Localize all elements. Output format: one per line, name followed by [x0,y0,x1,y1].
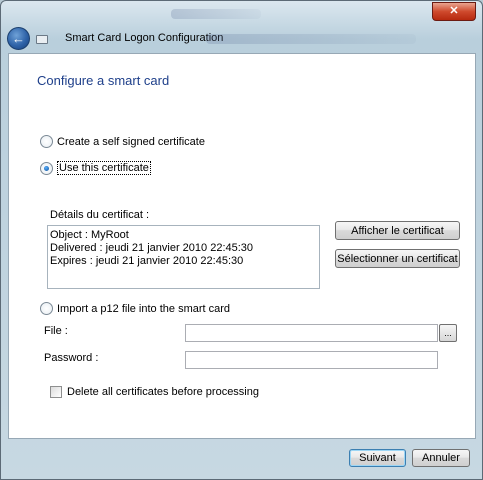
select-certificate-button[interactable]: Sélectionner un certificat [335,249,460,268]
select-certificate-button-label: Sélectionner un certificat [337,252,458,265]
delete-all-checkbox-row[interactable]: Delete all certificates before processin… [50,386,259,398]
close-icon: ✕ [449,5,459,17]
radio-import-p12-label: Import a p12 file into the smart card [57,302,231,315]
radio-use-certificate[interactable]: Use this certificate [40,161,151,175]
password-label: Password : [44,352,99,364]
certificate-details-box[interactable]: Object : MyRoot Delivered : jeudi 21 jan… [47,225,320,289]
cancel-button-label: Annuler [422,452,460,464]
window-app-icon [36,35,48,44]
password-input[interactable] [185,351,438,369]
close-button[interactable]: ✕ [432,2,476,21]
wizard-page: Configure a smart card Create a self sig… [8,53,476,439]
blurred-background-text [171,9,261,19]
file-input[interactable] [185,324,438,342]
browse-button-label: ... [444,327,452,338]
certificate-object-line: Object : MyRoot [50,229,129,241]
radio-self-signed-label: Create a self signed certificate [57,135,205,148]
delete-all-label: Delete all certificates before processin… [67,386,259,398]
blurred-background-text-2 [206,34,416,44]
cancel-button[interactable]: Annuler [412,449,470,467]
page-heading: Configure a smart card [37,73,170,88]
show-certificate-button-label: Afficher le certificat [351,224,444,237]
radio-button[interactable] [40,135,53,148]
back-arrow-icon: ← [12,31,25,46]
next-button-label: Suivant [359,452,396,464]
certificate-expires-line: Expires : jeudi 21 janvier 2010 22:45:30 [50,255,244,267]
radio-use-certificate-label: Use this certificate [57,161,151,175]
next-button[interactable]: Suivant [349,449,406,467]
browse-button[interactable]: ... [439,324,457,342]
back-button[interactable]: ← [7,27,30,50]
window-title: Smart Card Logon Configuration [65,32,224,44]
file-label: File : [44,325,68,337]
radio-button[interactable] [40,302,53,315]
radio-button-checked[interactable] [40,161,53,175]
certificate-details-label: Détails du certificat : [50,209,150,221]
radio-self-signed[interactable]: Create a self signed certificate [40,135,205,148]
delete-all-checkbox[interactable] [50,386,62,398]
certificate-delivered-line: Delivered : jeudi 21 janvier 2010 22:45:… [50,242,254,254]
navigation-row: ← Smart Card Logon Configuration [1,25,482,51]
wizard-window: ✕ ← Smart Card Logon Configuration Confi… [0,0,483,480]
show-certificate-button[interactable]: Afficher le certificat [335,221,460,240]
wizard-footer: Suivant Annuler [8,438,474,476]
radio-import-p12[interactable]: Import a p12 file into the smart card [40,302,230,315]
title-bar: ✕ [1,1,482,25]
